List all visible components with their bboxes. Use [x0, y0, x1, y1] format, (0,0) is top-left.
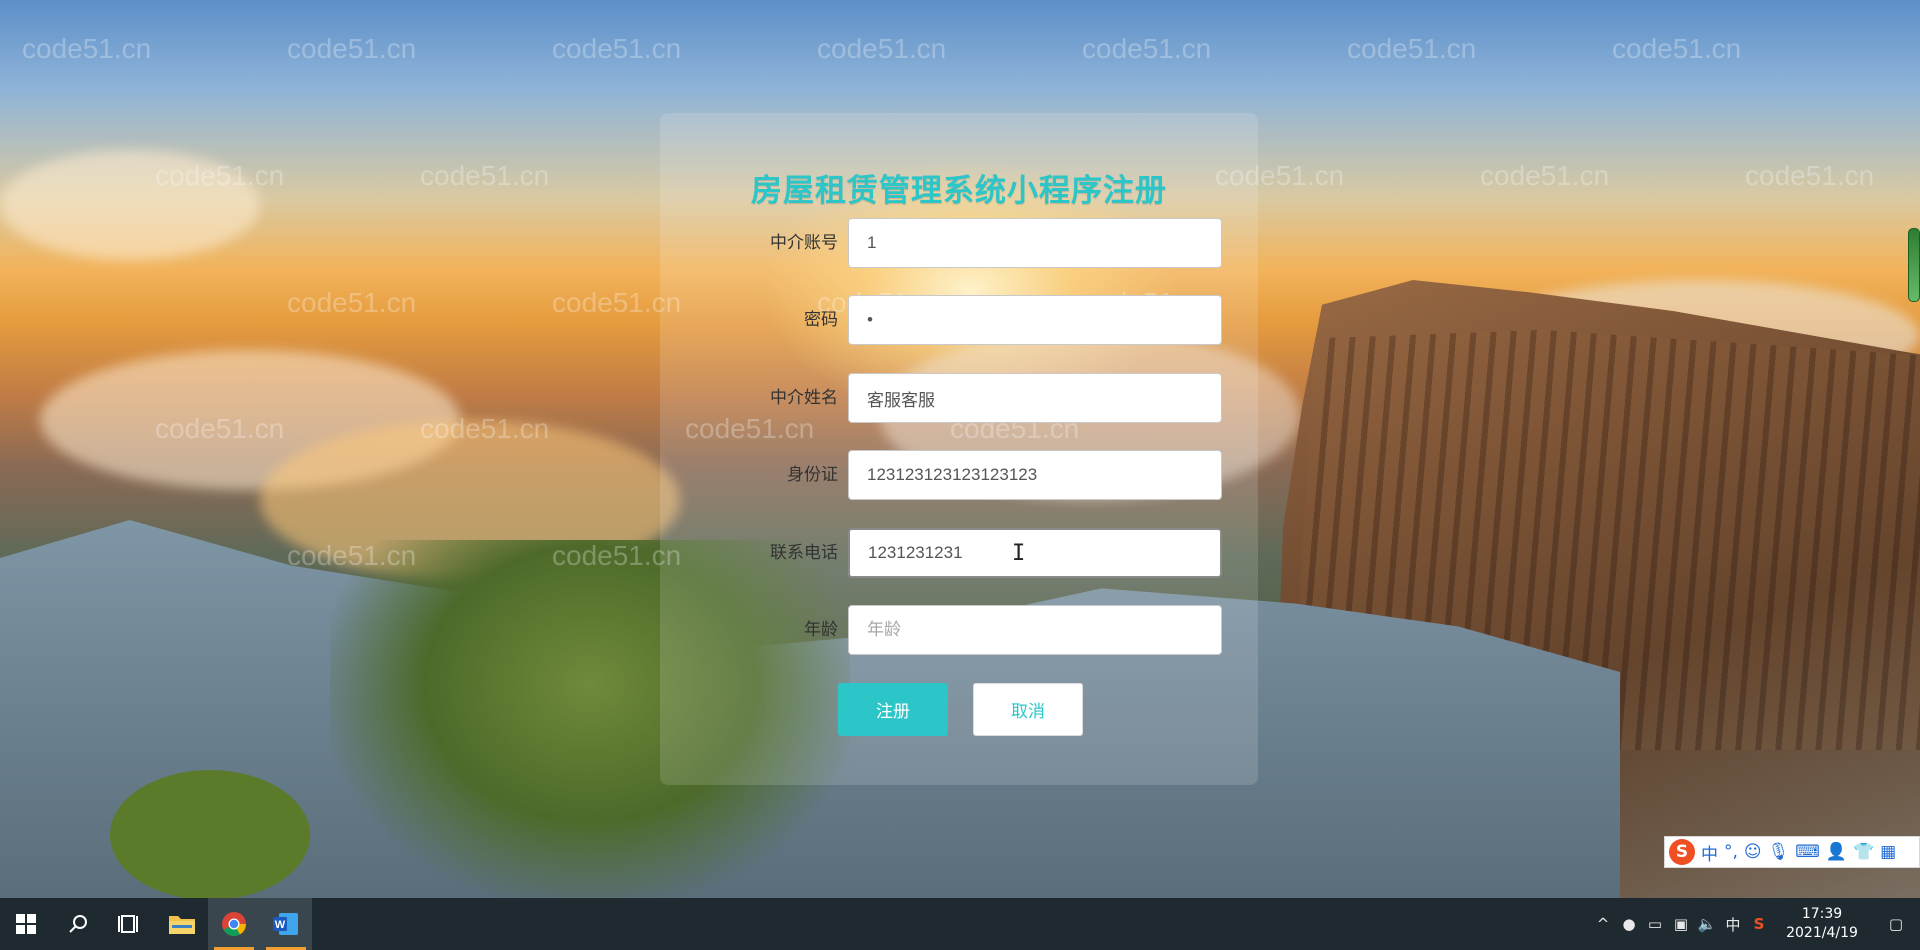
password-label: 密码 [804, 310, 838, 330]
watermark: code51.cn [1480, 160, 1610, 191]
ime-punctuation[interactable]: °, [1724, 842, 1738, 862]
watermark: code51.cn [420, 413, 550, 444]
taskbar: W ^ ● ▭ ▣ 🔈 中 S 17:39 2021/4/19 ▢ [0, 898, 1920, 950]
chrome-icon [222, 912, 246, 937]
field-row-name: 中介姓名 [680, 373, 1222, 423]
watermark: code51.cn [155, 413, 285, 444]
toolbox-icon[interactable]: ▦ [1880, 842, 1896, 862]
moss [110, 770, 310, 898]
microphone-icon[interactable]: 🎙 [1768, 842, 1790, 862]
cancel-button[interactable]: 取消 [973, 683, 1083, 736]
task-view-icon [118, 915, 138, 933]
user-icon[interactable]: 👤 [1826, 842, 1847, 862]
keyboard-icon[interactable]: ⌨ [1795, 842, 1820, 862]
network-icon[interactable]: ▣ [1668, 915, 1694, 933]
field-row-phone: 联系电话 [680, 528, 1222, 578]
clock[interactable]: 17:39 2021/4/19 [1772, 905, 1872, 943]
watermark: code51.cn [1612, 33, 1742, 64]
watermark: code51.cn [420, 160, 550, 191]
notification-icon[interactable]: ▢ [1872, 915, 1920, 933]
register-panel [660, 113, 1258, 785]
clock-date: 2021/4/19 [1786, 925, 1858, 941]
id-card-input[interactable] [848, 450, 1222, 500]
field-row-account: 中介账号 [680, 218, 1222, 268]
search-button[interactable] [52, 898, 104, 950]
word-icon: W [273, 913, 298, 935]
word-button[interactable]: W [260, 898, 312, 950]
password-input[interactable] [848, 295, 1222, 345]
start-button[interactable] [0, 898, 52, 950]
field-row-password: 密码 [680, 295, 1222, 345]
account-label: 中介账号 [770, 233, 838, 253]
account-input[interactable] [848, 218, 1222, 268]
svg-text:W: W [275, 919, 286, 931]
emoji-icon[interactable]: ☺ [1744, 842, 1762, 862]
watermark: code51.cn [1347, 33, 1477, 64]
file-explorer-button[interactable] [156, 898, 208, 950]
watermark: code51.cn [155, 160, 285, 191]
ime-mode[interactable]: 中 [1701, 840, 1718, 865]
watermark: code51.cn [817, 33, 947, 64]
watermark: code51.cn [1745, 160, 1875, 191]
side-scroll-indicator [1908, 228, 1920, 302]
sogou-logo-icon[interactable]: S [1669, 839, 1695, 865]
age-input[interactable] [848, 605, 1222, 655]
ime-toolbar: S 中 °, ☺ 🎙 ⌨ 👤 👕 ▦ [1664, 836, 1920, 868]
task-view-button[interactable] [104, 898, 156, 950]
page-title: 房屋租赁管理系统小程序注册 [751, 173, 1167, 209]
chevron-up-icon[interactable]: ^ [1590, 915, 1616, 933]
id-card-label: 身份证 [787, 465, 838, 485]
battery-icon[interactable]: ▭ [1642, 915, 1668, 933]
app-tray-icon[interactable]: ● [1616, 915, 1642, 933]
clock-time: 17:39 [1801, 906, 1843, 922]
text-cursor-icon: I [1012, 541, 1026, 566]
folder-icon [169, 916, 195, 934]
volume-icon[interactable]: 🔈 [1694, 915, 1720, 933]
watermark: code51.cn [1082, 33, 1212, 64]
name-input[interactable] [848, 373, 1222, 423]
chrome-button[interactable] [208, 898, 260, 950]
input-method[interactable]: 中 [1720, 914, 1746, 935]
search-icon [69, 915, 87, 933]
watermark: code51.cn [287, 287, 417, 318]
field-row-age: 年龄 [680, 605, 1222, 655]
skin-icon[interactable]: 👕 [1853, 842, 1874, 862]
register-button[interactable]: 注册 [838, 683, 948, 736]
age-label: 年龄 [804, 620, 838, 640]
windows-icon [16, 914, 36, 934]
sogou-tray-icon[interactable]: S [1746, 915, 1772, 933]
name-label: 中介姓名 [770, 388, 838, 408]
phone-label: 联系电话 [770, 543, 838, 563]
field-row-id-card: 身份证 [680, 450, 1222, 500]
watermark: code51.cn [287, 33, 417, 64]
watermark: code51.cn [22, 33, 152, 64]
watermark: code51.cn [552, 33, 682, 64]
system-tray: ^ ● ▭ ▣ 🔈 中 S 17:39 2021/4/19 ▢ [1590, 898, 1920, 950]
phone-input[interactable] [848, 528, 1222, 578]
watermark: code51.cn [287, 540, 417, 571]
